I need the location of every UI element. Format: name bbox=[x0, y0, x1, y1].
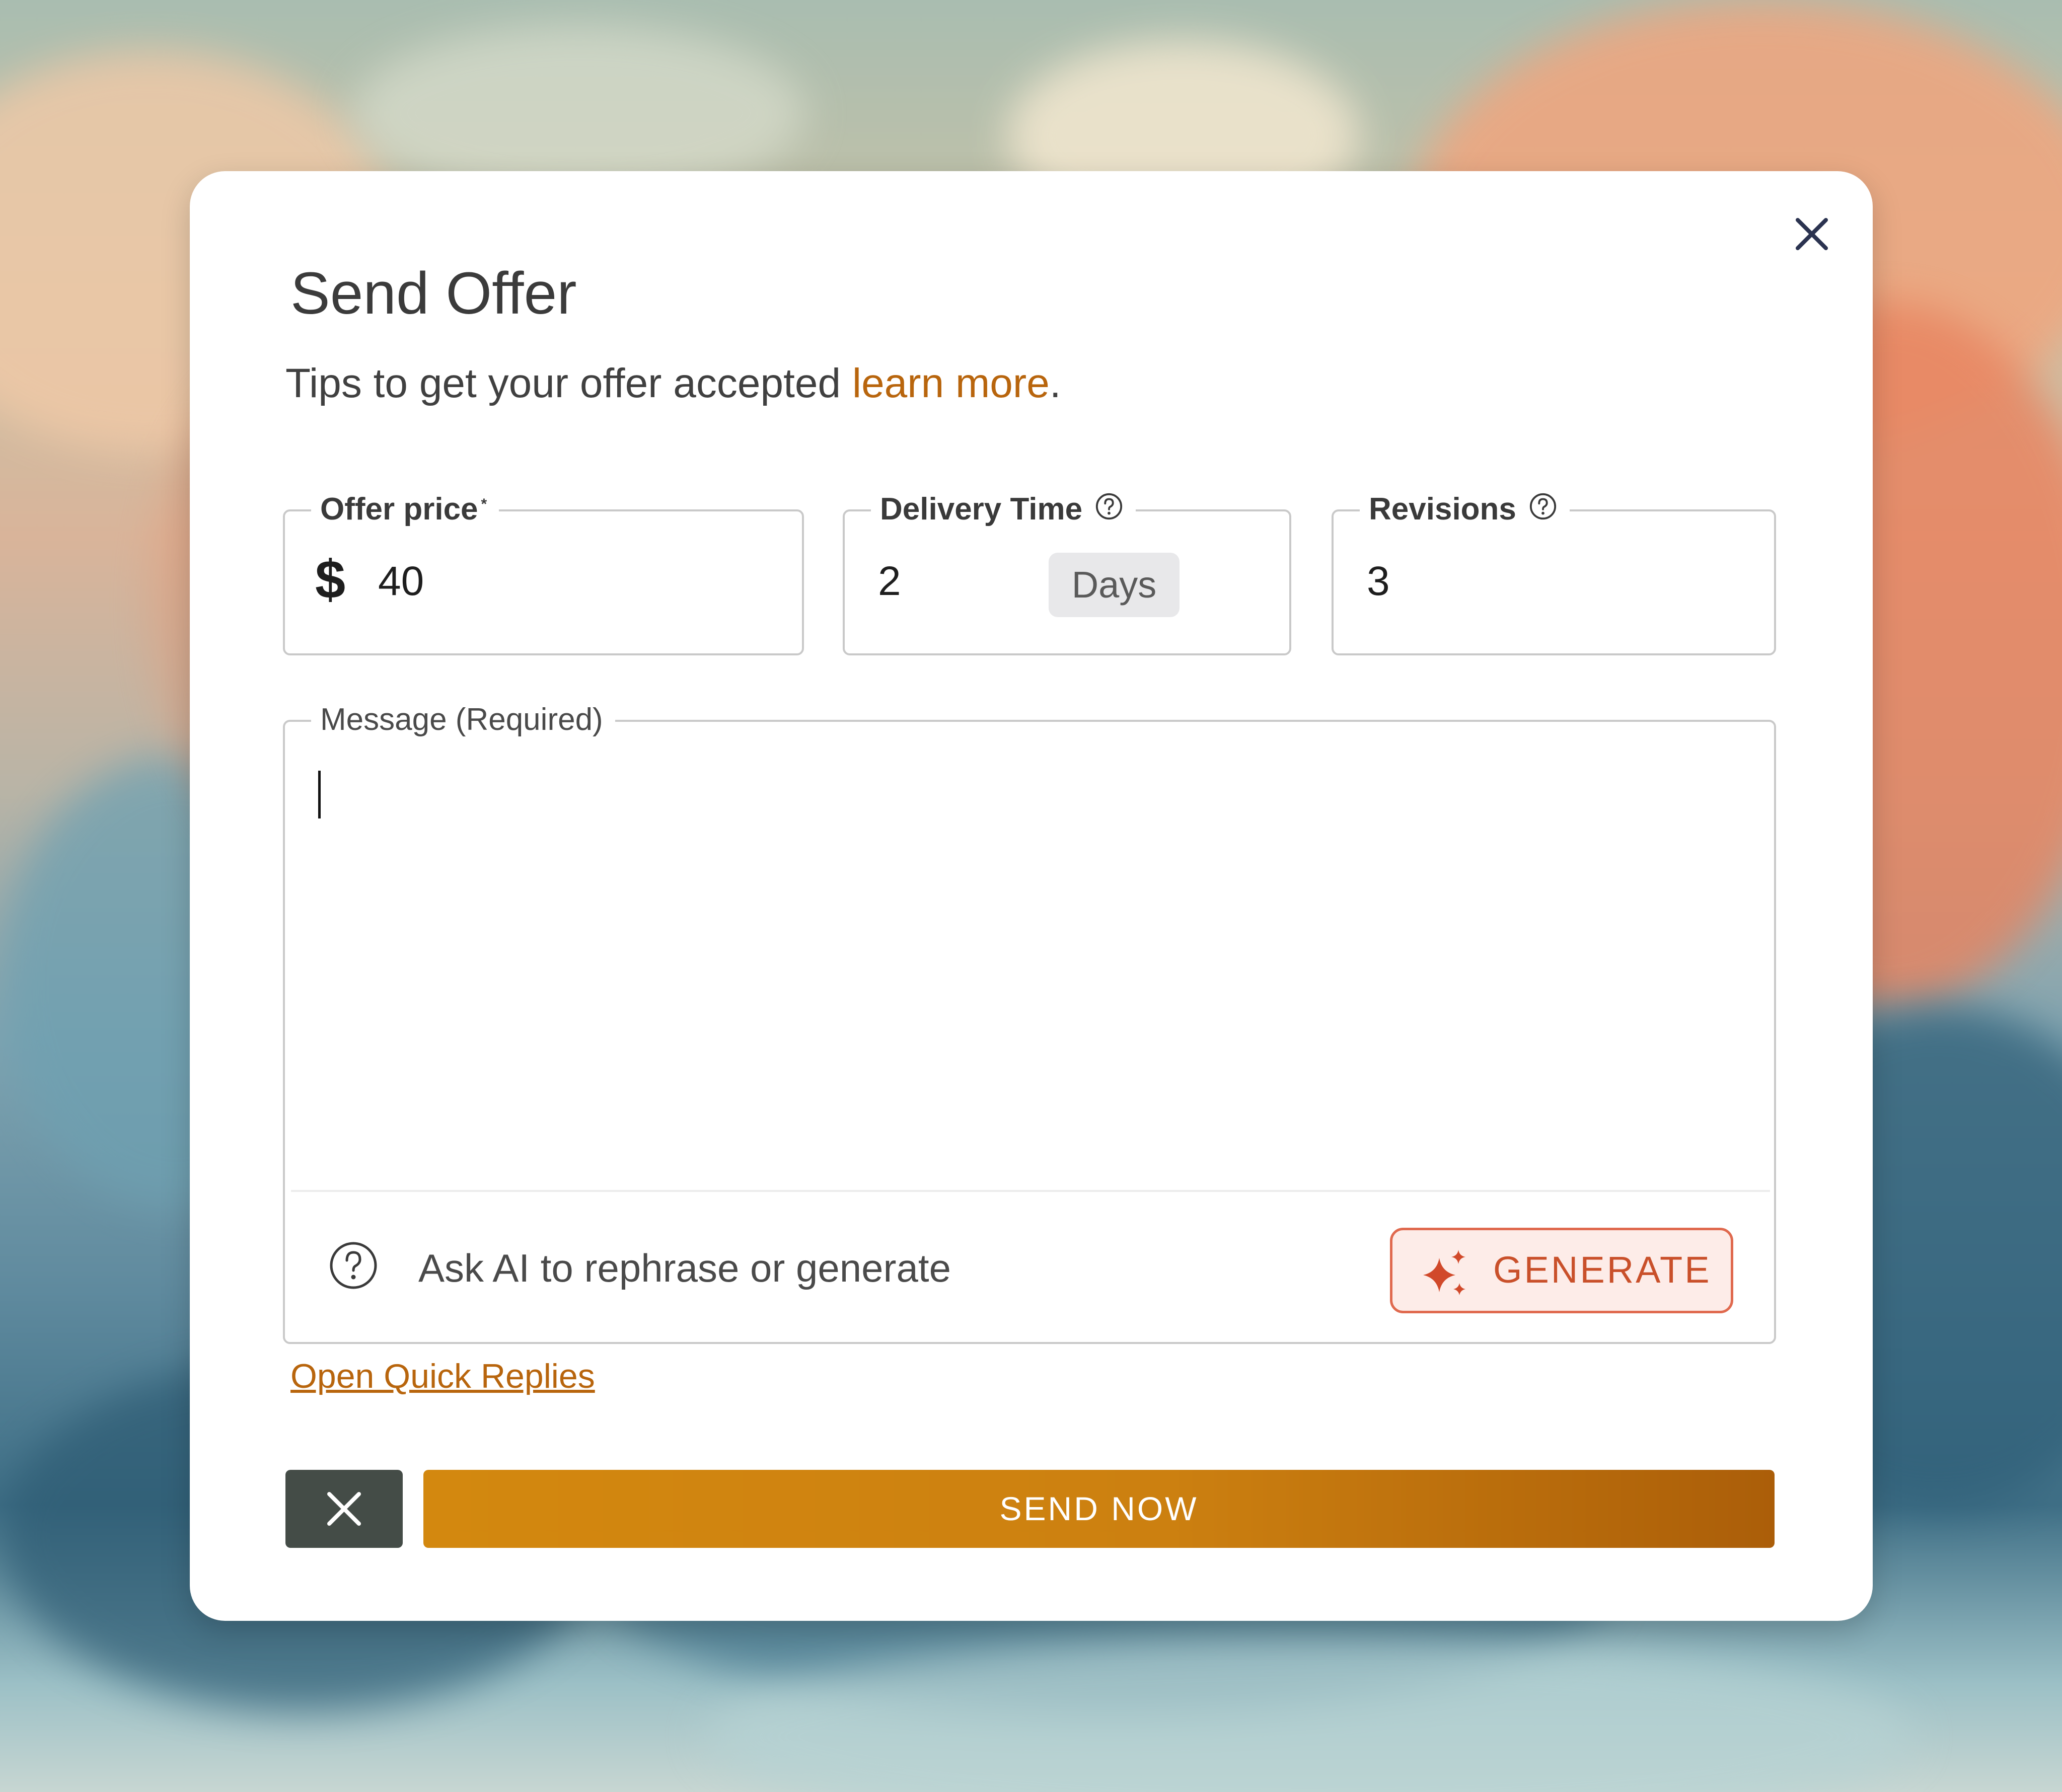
question-circle-icon[interactable] bbox=[1094, 492, 1124, 521]
ai-prompt-text: Ask AI to rephrase or generate bbox=[418, 1246, 951, 1290]
delivery-time-label: Delivery Time bbox=[871, 489, 1136, 530]
question-circle-icon[interactable] bbox=[328, 1240, 379, 1291]
learn-more-link[interactable]: learn more bbox=[852, 360, 1050, 406]
question-circle-icon[interactable] bbox=[1528, 492, 1558, 521]
delivery-time-input[interactable]: 2 bbox=[878, 558, 901, 605]
dialog-title: Send Offer bbox=[290, 260, 577, 327]
currency-symbol: $ bbox=[315, 549, 346, 610]
send-offer-dialog: Send Offer Tips to get your offer accept… bbox=[190, 171, 1873, 1621]
required-mark: * bbox=[481, 496, 487, 512]
revisions-label-text: Revisions bbox=[1369, 492, 1516, 527]
delivery-time-label-text: Delivery Time bbox=[880, 492, 1083, 527]
message-divider bbox=[291, 1190, 1770, 1192]
message-label: Message (Required) bbox=[311, 700, 615, 740]
open-quick-replies-link[interactable]: Open Quick Replies bbox=[290, 1357, 595, 1396]
offer-price-label-text: Offer price bbox=[320, 492, 478, 527]
close-button[interactable] bbox=[1787, 209, 1837, 259]
offer-price-field[interactable]: Offer price * $ 40 bbox=[283, 489, 804, 655]
generate-button[interactable]: GENERATE bbox=[1390, 1228, 1733, 1313]
days-unit-badge: Days bbox=[1049, 553, 1180, 617]
revisions-field[interactable]: Revisions 3 bbox=[1332, 489, 1776, 655]
close-icon bbox=[1796, 218, 1828, 250]
message-textarea[interactable] bbox=[300, 742, 1752, 1177]
close-icon bbox=[327, 1492, 361, 1526]
dialog-subtitle: Tips to get your offer accepted learn mo… bbox=[285, 360, 1061, 407]
revisions-input[interactable]: 3 bbox=[1367, 558, 1390, 605]
generate-label: GENERATE bbox=[1493, 1249, 1712, 1291]
message-field: Message (Required) Ask AI to rephrase or… bbox=[283, 700, 1776, 1344]
subtitle-period: . bbox=[1049, 360, 1061, 406]
send-now-button[interactable]: SEND NOW bbox=[423, 1470, 1775, 1548]
delivery-time-field[interactable]: Delivery Time 2 Days bbox=[843, 489, 1291, 655]
offer-price-input[interactable]: 40 bbox=[378, 558, 424, 605]
revisions-label: Revisions bbox=[1360, 489, 1570, 530]
subtitle-text: Tips to get your offer accepted bbox=[285, 360, 852, 406]
offer-price-label: Offer price * bbox=[311, 489, 499, 530]
cancel-button[interactable] bbox=[285, 1470, 403, 1548]
sparkle-icon bbox=[1423, 1250, 1465, 1295]
text-caret bbox=[318, 771, 321, 818]
